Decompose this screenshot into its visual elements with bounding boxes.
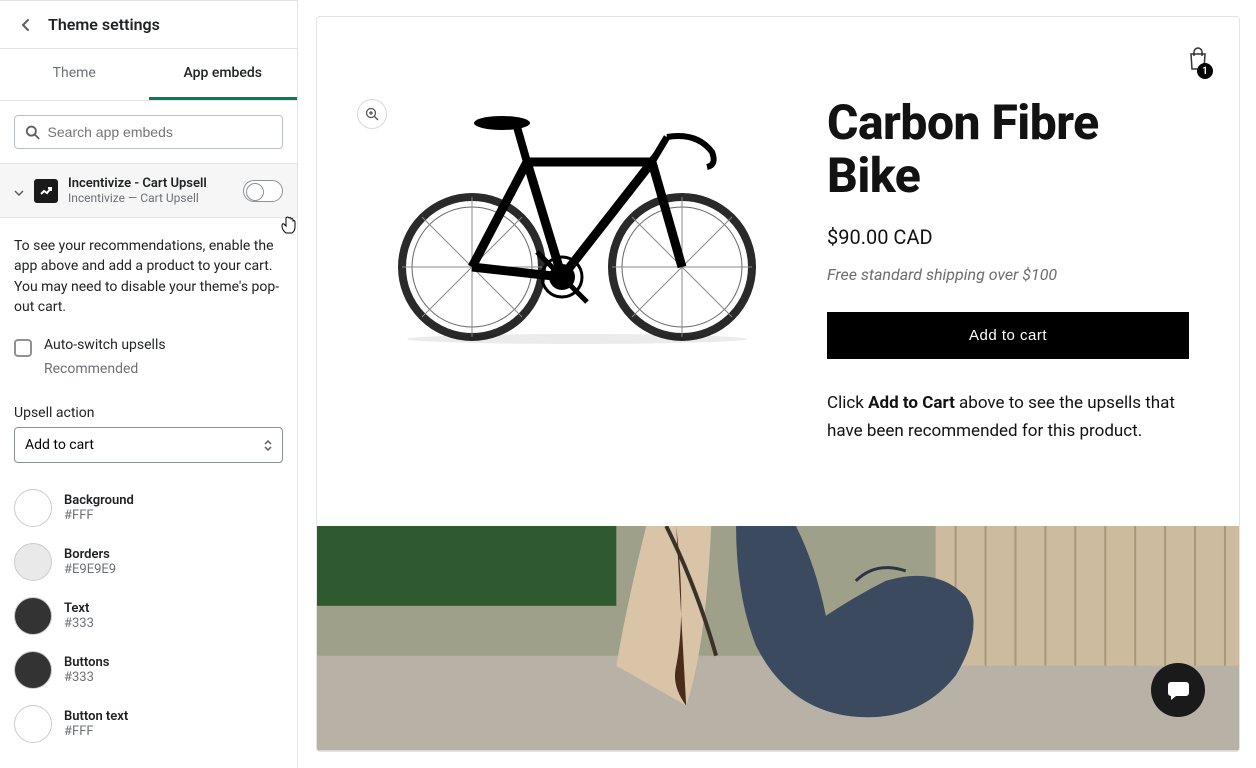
- color-name: Text: [64, 601, 94, 616]
- swatch: [14, 489, 52, 527]
- color-name: Background: [64, 493, 134, 508]
- lifestyle-image: [317, 526, 1239, 751]
- upsell-action-label: Upsell action: [0, 387, 297, 427]
- color-hex: #333: [64, 616, 94, 631]
- auto-switch-label: Auto-switch upsells: [44, 337, 166, 353]
- bike-image: [377, 87, 777, 347]
- color-list: Background #FFF Borders #E9E9E9 Text #33…: [0, 473, 297, 759]
- auto-switch-checkbox[interactable]: [14, 339, 32, 357]
- color-row-text[interactable]: Text #333: [14, 589, 283, 643]
- swatch: [14, 651, 52, 689]
- product-area: Carbon Fibre Bike $90.00 CAD Free standa…: [317, 17, 1239, 486]
- note-before: Click: [827, 393, 868, 413]
- product-info: Carbon Fibre Bike $90.00 CAD Free standa…: [827, 97, 1189, 446]
- tabs: Theme App embeds: [0, 49, 297, 101]
- swatch: [14, 597, 52, 635]
- product-price: $90.00 CAD: [827, 225, 1189, 249]
- upsell-action-value: Add to cart: [25, 437, 94, 453]
- preview-pane: 1: [316, 16, 1240, 752]
- tab-app-embeds[interactable]: App embeds: [149, 49, 298, 100]
- cart-count: 1: [1197, 63, 1213, 79]
- chevron-down-icon[interactable]: [14, 181, 24, 200]
- sidebar-header: Theme settings: [0, 1, 297, 49]
- help-text: To see your recommendations, enable the …: [0, 218, 297, 327]
- color-row-button-text[interactable]: Button text #FFF: [14, 697, 283, 751]
- color-row-buttons[interactable]: Buttons #333: [14, 643, 283, 697]
- search-icon: [25, 124, 40, 140]
- color-hex: #E9E9E9: [64, 562, 116, 577]
- color-row-background[interactable]: Background #FFF: [14, 481, 283, 535]
- upsell-note: Click Add to Cart above to see the upsel…: [827, 389, 1189, 447]
- app-icon: [34, 179, 58, 203]
- search-input-wrap[interactable]: [14, 115, 283, 149]
- swatch: [14, 705, 52, 743]
- app-subtitle: Incentivize — Cart Upsell: [68, 191, 233, 205]
- color-name: Button text: [64, 709, 128, 724]
- product-title: Carbon Fibre Bike: [827, 97, 1189, 203]
- back-icon[interactable]: [18, 17, 34, 33]
- add-to-cart-button[interactable]: Add to cart: [827, 312, 1189, 359]
- chat-button[interactable]: [1151, 663, 1205, 717]
- search-input[interactable]: [48, 124, 272, 140]
- color-hex: #333: [64, 670, 109, 685]
- color-name: Borders: [64, 547, 116, 562]
- auto-switch-sub: Recommended: [0, 361, 297, 387]
- app-labels: Incentivize - Cart Upsell Incentivize — …: [68, 176, 233, 205]
- tab-theme[interactable]: Theme: [0, 49, 149, 100]
- product-image: [347, 97, 787, 397]
- swatch: [14, 543, 52, 581]
- app-toggle[interactable]: [243, 180, 283, 202]
- color-hex: #FFF: [64, 508, 134, 523]
- theme-settings-sidebar: Theme settings Theme App embeds Incentiv…: [0, 0, 298, 768]
- cart-button[interactable]: 1: [1187, 47, 1209, 75]
- upsell-action-select[interactable]: Add to cart: [14, 427, 283, 463]
- note-bold: Add to Cart: [868, 393, 955, 413]
- shipping-note: Free standard shipping over $100: [827, 265, 1189, 284]
- page-title: Theme settings: [48, 15, 160, 34]
- chat-icon: [1165, 677, 1191, 703]
- app-embed-row[interactable]: Incentivize - Cart Upsell Incentivize — …: [0, 163, 297, 218]
- color-name: Buttons: [64, 655, 109, 670]
- color-hex: #FFF: [64, 724, 128, 739]
- app-name: Incentivize - Cart Upsell: [68, 176, 233, 191]
- auto-switch-row[interactable]: Auto-switch upsells: [0, 327, 297, 361]
- select-arrows-icon: [264, 440, 272, 451]
- color-row-borders[interactable]: Borders #E9E9E9: [14, 535, 283, 589]
